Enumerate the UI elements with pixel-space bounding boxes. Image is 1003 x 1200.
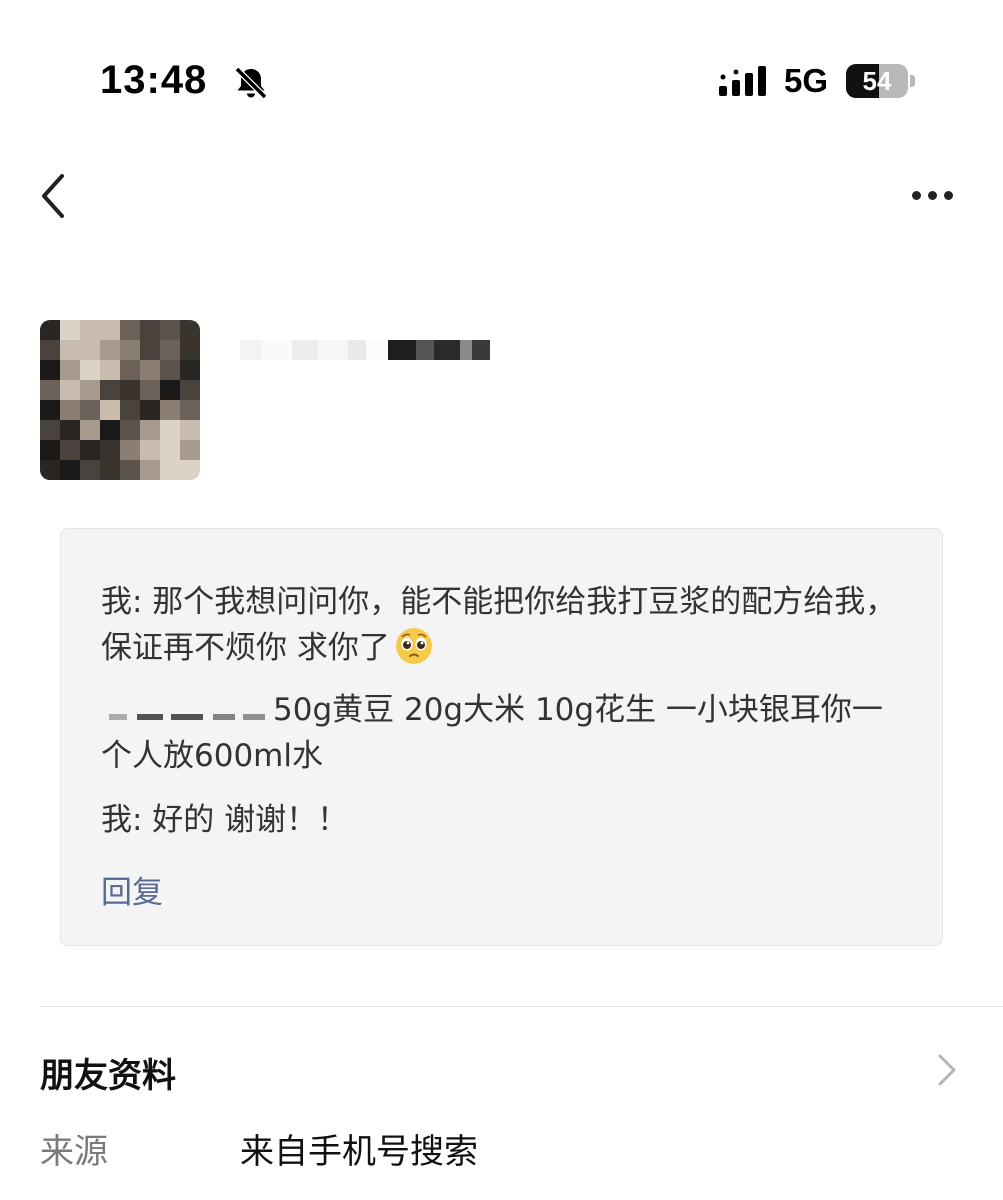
avatar-pixel	[60, 460, 80, 480]
avatar-pixel	[40, 460, 60, 480]
avatar-pixel	[80, 440, 100, 460]
avatar-pixel	[40, 320, 60, 340]
divider	[40, 1006, 1003, 1007]
avatar-pixel	[80, 420, 100, 440]
avatar-pixel	[100, 440, 120, 460]
avatar-pixel	[100, 460, 120, 480]
avatar-pixel	[60, 400, 80, 420]
avatar-pixel	[180, 400, 200, 420]
source-label: 来源	[40, 1132, 108, 1172]
avatar-pixel	[80, 380, 100, 400]
avatar-pixel	[120, 380, 140, 400]
more-horizontal-icon[interactable]	[904, 180, 960, 210]
avatar-pixel	[180, 460, 200, 480]
friend-info-title[interactable]: 朋友资料	[40, 1048, 176, 1097]
chevron-right-icon[interactable]	[934, 1050, 958, 1090]
avatar-pixel	[160, 360, 180, 380]
avatar-pixel	[180, 420, 200, 440]
signal-strength-icon	[719, 66, 766, 96]
battery-icon: 54	[846, 64, 908, 98]
avatar-pixel	[140, 400, 160, 420]
avatar-pixel	[120, 460, 140, 480]
avatar-pixel	[100, 340, 120, 360]
avatar-pixel	[140, 320, 160, 340]
avatar-pixel	[120, 440, 140, 460]
pleading-face-emoji	[395, 628, 432, 664]
avatar[interactable]	[40, 320, 200, 480]
avatar-pixel	[160, 340, 180, 360]
avatar-pixel	[160, 460, 180, 480]
message-text: 我: 那个我想问问你，能不能把你给我打豆浆的配方给我，保证再不烦你 求你了	[101, 584, 897, 666]
avatar-pixel	[80, 360, 100, 380]
network-type: 5G	[784, 62, 829, 99]
avatar-pixel	[80, 460, 100, 480]
message-line-mine: 我: 那个我想问问你，能不能把你给我打豆浆的配方给我，保证再不烦你 求你了	[101, 579, 901, 671]
avatar-pixel	[60, 440, 80, 460]
avatar-pixel	[60, 420, 80, 440]
avatar-pixel	[100, 360, 120, 380]
nickname-redacted	[240, 328, 490, 372]
sender-redacted	[101, 696, 273, 726]
avatar-pixel	[100, 400, 120, 420]
avatar-pixel	[80, 340, 100, 360]
avatar-pixel	[60, 360, 80, 380]
avatar-pixel	[100, 380, 120, 400]
avatar-pixel	[120, 360, 140, 380]
avatar-pixel	[60, 340, 80, 360]
avatar-pixel	[160, 420, 180, 440]
avatar-pixel	[120, 400, 140, 420]
message-text: 我: 好的 谢谢！！	[101, 802, 349, 838]
avatar-pixel	[180, 360, 200, 380]
avatar-pixel	[100, 420, 120, 440]
status-time: 13:48	[100, 58, 208, 102]
avatar-pixel	[140, 460, 160, 480]
avatar-pixel	[120, 420, 140, 440]
message-card: 我: 那个我想问问你，能不能把你给我打豆浆的配方给我，保证再不烦你 求你了 50…	[60, 528, 943, 946]
avatar-pixel	[140, 440, 160, 460]
avatar-pixel	[60, 320, 80, 340]
chevron-left-icon[interactable]	[32, 168, 76, 224]
avatar-pixel	[160, 440, 180, 460]
battery-percent: 54	[862, 66, 892, 96]
avatar-pixel	[80, 400, 100, 420]
avatar-pixel	[140, 360, 160, 380]
avatar-pixel	[40, 420, 60, 440]
avatar-pixel	[140, 340, 160, 360]
avatar-pixel	[60, 380, 80, 400]
avatar-pixel	[160, 380, 180, 400]
battery-tip	[910, 75, 915, 87]
avatar-pixel	[180, 440, 200, 460]
avatar-pixel	[40, 340, 60, 360]
message-line-mine: 我: 好的 谢谢！！	[101, 797, 901, 843]
avatar-pixel	[80, 320, 100, 340]
avatar-pixel	[140, 380, 160, 400]
avatar-pixel	[160, 320, 180, 340]
source-value: 来自手机号搜索	[240, 1132, 478, 1172]
message-line-friend: 50g黄豆 20g大米 10g花生 一小块银耳你一个人放600ml水	[101, 687, 901, 779]
avatar-pixel	[120, 340, 140, 360]
avatar-pixel	[180, 340, 200, 360]
avatar-pixel	[40, 400, 60, 420]
avatar-pixel	[40, 440, 60, 460]
bell-off-icon	[234, 66, 268, 100]
avatar-pixel	[180, 320, 200, 340]
reply-button[interactable]: 回复	[101, 867, 163, 912]
avatar-pixel	[160, 400, 180, 420]
avatar-pixel	[100, 320, 120, 340]
avatar-pixel	[140, 420, 160, 440]
avatar-pixel	[180, 380, 200, 400]
avatar-pixel	[40, 360, 60, 380]
avatar-pixel	[40, 380, 60, 400]
avatar-pixel	[120, 320, 140, 340]
